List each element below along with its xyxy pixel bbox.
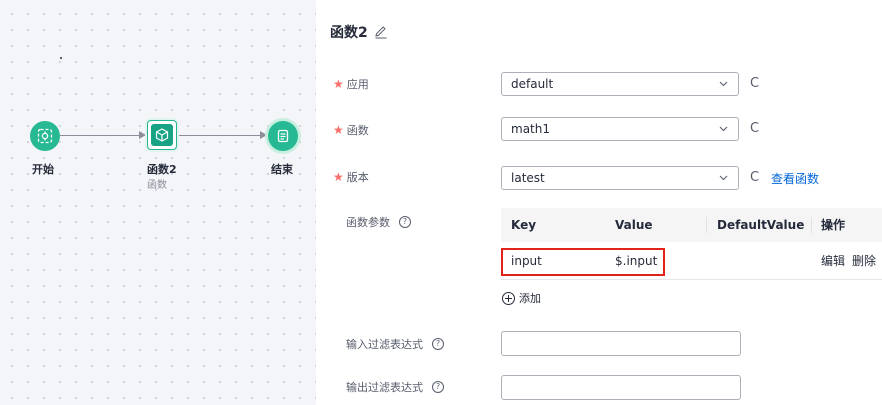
highlight-annotation-box [501, 248, 665, 276]
column-default-value: DefaultValue [717, 218, 805, 232]
view-function-link[interactable]: 查看函数 [771, 169, 819, 189]
version-refresh-icon[interactable]: C [750, 166, 759, 190]
app-refresh-icon[interactable]: C [750, 72, 759, 96]
edge-func-to-end [178, 135, 261, 136]
app-label: ★ 应用 [333, 77, 369, 91]
params-table-header: Key Value DefaultValue 操作 [501, 208, 882, 242]
help-icon[interactable]: ? [399, 216, 411, 228]
arrow-head-icon [139, 131, 146, 139]
end-node-icon [277, 129, 289, 143]
add-circle-icon [502, 291, 515, 305]
edit-pencil-icon[interactable] [374, 25, 388, 39]
panel-title-text: 函数2 [330, 25, 368, 41]
function-node-type: 函数 [147, 180, 167, 191]
column-value: Value [615, 218, 653, 232]
start-node-icon [37, 128, 53, 144]
function-cube-icon [155, 128, 169, 142]
version-label: ★ 版本 [333, 170, 369, 184]
function-node-label: 函数2 [147, 163, 177, 176]
flow-canvas[interactable]: 开始 函数2 函数 结束 [0, 0, 316, 405]
edge-start-to-func [60, 135, 140, 136]
input-filter-field[interactable] [501, 331, 741, 356]
required-star-icon: ★ [333, 123, 344, 137]
add-param-button[interactable]: 添加 [502, 290, 541, 306]
start-node-label: 开始 [32, 163, 54, 176]
output-filter-field[interactable] [501, 375, 741, 400]
column-divider [706, 217, 707, 233]
required-star-icon: ★ [333, 170, 344, 184]
function-node[interactable] [147, 120, 177, 150]
chevron-down-icon [719, 126, 728, 132]
help-icon[interactable]: ? [432, 381, 444, 393]
help-icon[interactable]: ? [432, 338, 444, 350]
edit-param-link[interactable]: 编辑 [821, 242, 845, 280]
chevron-down-icon [719, 175, 728, 181]
column-actions: 操作 [821, 218, 846, 232]
version-select[interactable]: latest [501, 166, 739, 190]
output-filter-label: 输出过滤表达式 ? [346, 379, 444, 395]
end-node[interactable] [268, 121, 298, 151]
canvas-dot [60, 57, 62, 59]
params-label: 函数参数 ? [346, 214, 411, 230]
column-key: Key [511, 218, 537, 232]
start-node[interactable] [30, 121, 60, 151]
delete-param-link[interactable]: 删除 [852, 242, 876, 280]
end-node-label: 结束 [271, 163, 293, 176]
column-divider [811, 217, 812, 233]
input-filter-label: 输入过滤表达式 ? [346, 336, 444, 352]
app-select[interactable]: default [501, 72, 739, 96]
function-select[interactable]: math1 [501, 117, 739, 141]
chevron-down-icon [719, 81, 728, 87]
arrow-head-icon [260, 131, 267, 139]
panel-title: 函数2 [330, 22, 388, 42]
function-label: ★ 函数 [333, 123, 369, 137]
function-refresh-icon[interactable]: C [750, 117, 759, 141]
required-star-icon: ★ [333, 77, 344, 91]
